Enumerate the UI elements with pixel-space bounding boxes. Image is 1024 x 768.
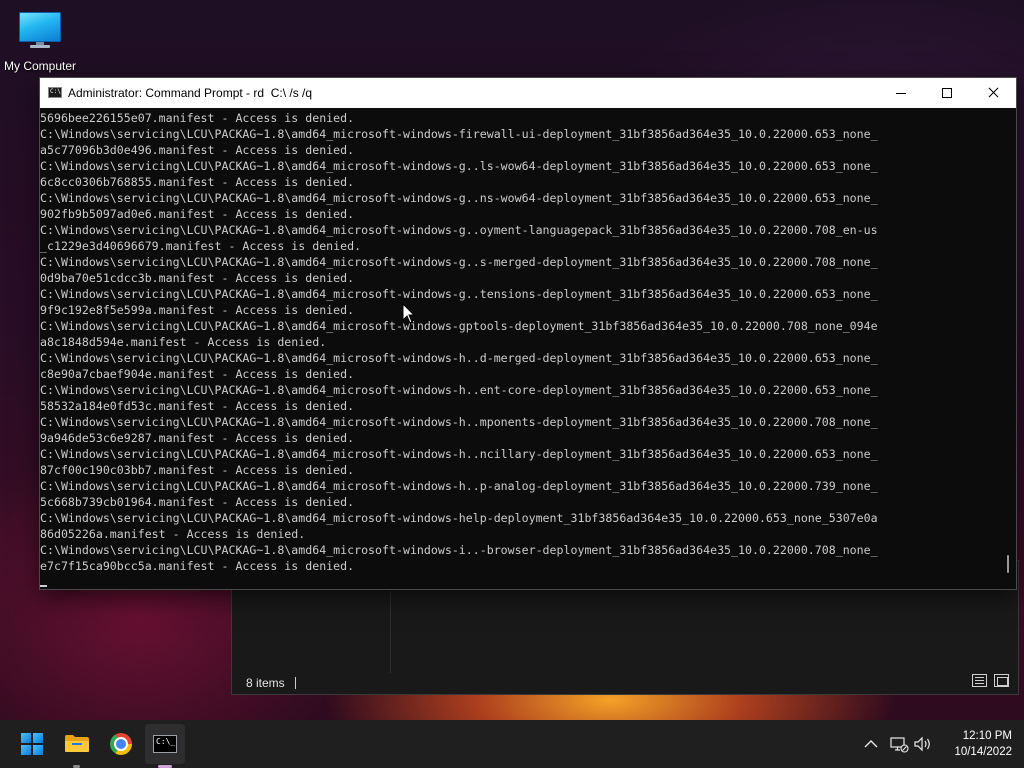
window-title: Administrator: Command Prompt - rd C:\ /… [68, 86, 313, 100]
console-line: C:\Windows\servicing\LCU\PACKAG~1.8\amd6… [40, 511, 878, 525]
maximize-button[interactable] [924, 78, 970, 108]
console-line: a5c77096b3d0e496.manifest - Access is de… [40, 143, 355, 157]
console-line: C:\Windows\servicing\LCU\PACKAG~1.8\amd6… [40, 479, 878, 493]
folder-icon [65, 735, 89, 752]
console-line: 87cf00c190c03bb7.manifest - Access is de… [40, 463, 355, 477]
scrollbar-thumb[interactable] [1007, 555, 1009, 573]
taskbar-file-explorer[interactable] [57, 724, 97, 768]
item-count: 8 items [246, 676, 285, 690]
text-cursor [40, 585, 47, 587]
terminal-icon: C:\_ [153, 735, 177, 753]
console-line: 902fb9b5097ad0e6.manifest - Access is de… [40, 207, 355, 221]
command-prompt-window[interactable]: C:\ Administrator: Command Prompt - rd C… [40, 78, 1016, 589]
console-line: C:\Windows\servicing\LCU\PACKAG~1.8\amd6… [40, 383, 878, 397]
vertical-scrollbar[interactable] [1002, 110, 1016, 587]
console-line: C:\Windows\servicing\LCU\PACKAG~1.8\amd6… [40, 127, 878, 141]
cmd-app-icon: C:\ [48, 87, 62, 98]
details-view-button[interactable] [972, 674, 987, 687]
console-line: C:\Windows\servicing\LCU\PACKAG~1.8\amd6… [40, 223, 878, 237]
console-line: e7c7f15ca90bcc5a.manifest - Access is de… [40, 559, 355, 573]
title-bar[interactable]: C:\ Administrator: Command Prompt - rd C… [40, 78, 1016, 108]
console-line: C:\Windows\servicing\LCU\PACKAG~1.8\amd6… [40, 159, 878, 173]
system-clock[interactable]: 12:10 PM 10/14/2022 [940, 728, 1012, 760]
console-line: 5696bee226155e07.manifest - Access is de… [40, 111, 355, 125]
windows-start-icon [21, 733, 43, 755]
taskbar: C:\_ 12:10 PM 10/14/2022 [0, 720, 1024, 768]
maximize-icon [942, 88, 952, 98]
console-line: 58532a184e0fd53c.manifest - Access is de… [40, 399, 355, 413]
console-line: 5c668b739cb01964.manifest - Access is de… [40, 495, 355, 509]
mouse-pointer-icon [402, 303, 416, 324]
console-line: C:\Windows\servicing\LCU\PACKAG~1.8\amd6… [40, 543, 878, 557]
console-line: C:\Windows\servicing\LCU\PACKAG~1.8\amd6… [40, 191, 878, 205]
console-line: 86d05226a.manifest - Access is denied. [40, 527, 306, 541]
taskbar-command-prompt[interactable]: C:\_ [145, 724, 185, 768]
clock-time: 12:10 PM [962, 730, 1012, 742]
volume-icon[interactable] [913, 734, 933, 754]
console-line: c8e90a7cbaef904e.manifest - Access is de… [40, 367, 355, 381]
console-line: _c1229e3d40696679.manifest - Access is d… [40, 239, 362, 253]
taskbar-chrome[interactable] [101, 724, 141, 764]
desktop-icon-label: My Computer [3, 59, 77, 73]
clock-date: 10/14/2022 [954, 746, 1012, 758]
console-line: 9a946de53c6e9287.manifest - Access is de… [40, 431, 355, 445]
large-icons-view-button[interactable] [994, 674, 1009, 687]
network-icon[interactable] [889, 734, 909, 754]
pane-divider[interactable] [390, 591, 391, 673]
console-line: C:\Windows\servicing\LCU\PACKAG~1.8\amd6… [40, 255, 878, 269]
console-line: C:\Windows\servicing\LCU\PACKAG~1.8\amd6… [40, 351, 878, 365]
console-line: a8c1848d594e.manifest - Access is denied… [40, 335, 327, 349]
console-line: C:\Windows\servicing\LCU\PACKAG~1.8\amd6… [40, 447, 878, 461]
console-output[interactable]: 5696bee226155e07.manifest - Access is de… [40, 110, 1002, 587]
console-line: C:\Windows\servicing\LCU\PACKAG~1.8\amd6… [40, 415, 878, 429]
computer-monitor-icon [19, 12, 61, 48]
chrome-icon [110, 733, 132, 755]
close-button[interactable] [970, 78, 1016, 108]
status-bar: 8 items [246, 676, 296, 690]
console-line: C:\Windows\servicing\LCU\PACKAG~1.8\amd6… [40, 287, 878, 301]
console-line: 0d9ba70e51cdcc3b.manifest - Access is de… [40, 271, 355, 285]
console-line: 6c8cc0306b768855.manifest - Access is de… [40, 175, 355, 189]
console-line: C:\Windows\servicing\LCU\PACKAG~1.8\amd6… [40, 319, 878, 333]
desktop-icon-my-computer[interactable]: My Computer [0, 8, 80, 73]
chevron-up-icon[interactable] [861, 734, 881, 754]
minimize-icon [896, 93, 906, 94]
minimize-button[interactable] [878, 78, 924, 108]
start-button[interactable] [12, 724, 52, 764]
console-line: 9f9c192e8f5e599a.manifest - Access is de… [40, 303, 355, 317]
